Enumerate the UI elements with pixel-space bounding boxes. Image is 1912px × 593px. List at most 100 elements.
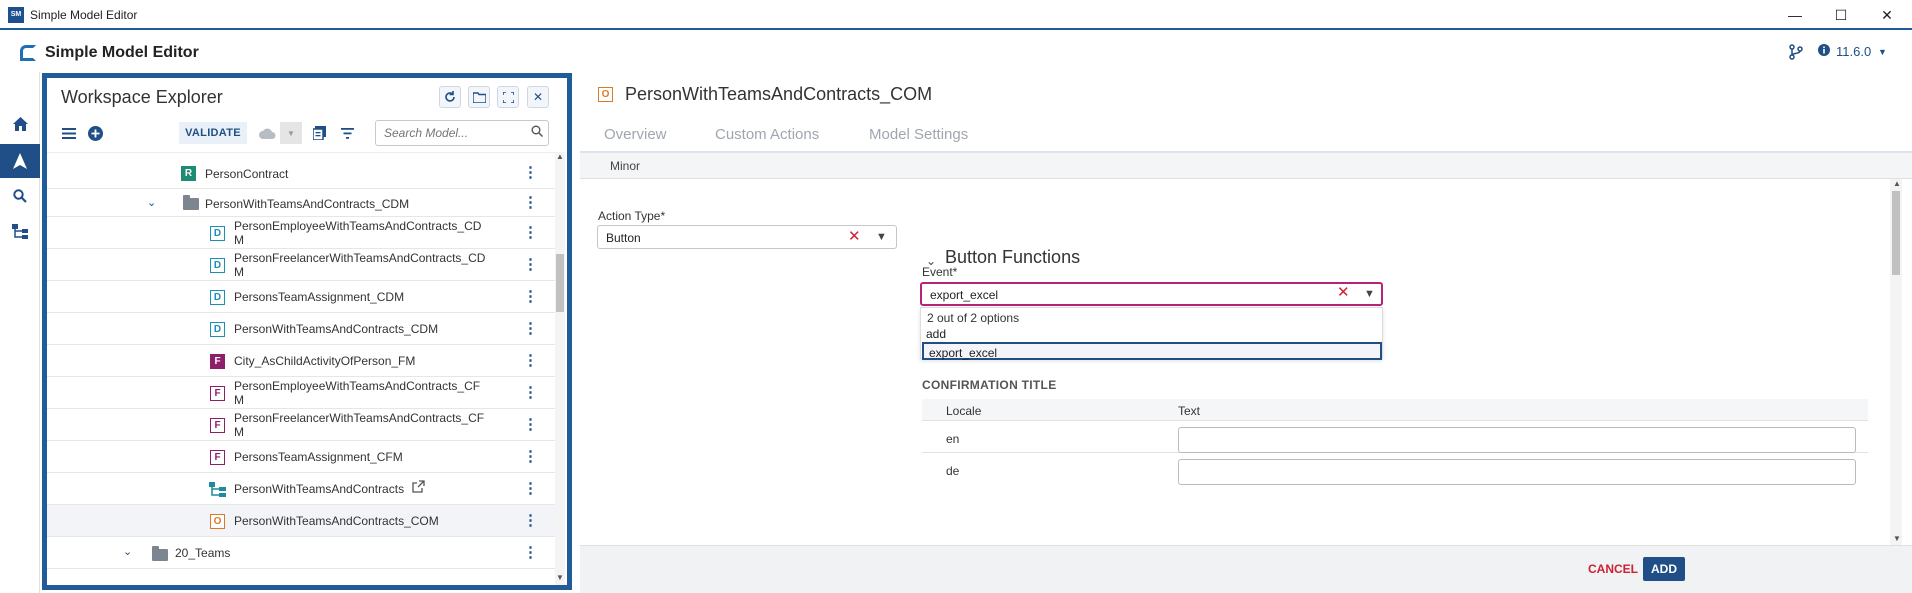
menu-icon[interactable]: [59, 122, 79, 144]
dictionary-badge-icon: D: [210, 258, 225, 273]
document-header: O PersonWithTeamsAndContracts_COM: [580, 73, 1912, 113]
dropdown-option-export-excel[interactable]: export_excel: [922, 342, 1382, 360]
action-type-value: Button: [606, 231, 641, 245]
form-badge-icon: F: [210, 418, 225, 433]
home-icon[interactable]: [0, 107, 40, 141]
locale-cell: de: [946, 464, 960, 478]
tree-item-selected[interactable]: O PersonWithTeamsAndContracts_COM ⋮: [47, 505, 559, 537]
more-options-icon[interactable]: ⋮: [523, 319, 538, 337]
search-model-input[interactable]: [375, 120, 549, 146]
more-options-icon[interactable]: ⋮: [523, 287, 538, 305]
chevron-down-icon[interactable]: ⌄: [123, 545, 132, 558]
table-row: en: [922, 422, 1868, 453]
tree-item[interactable]: D PersonsTeamAssignment_CDM ⋮: [47, 281, 559, 313]
tree-item-label: PersonEmployeeWithTeamsAndContracts_CD M: [234, 219, 482, 247]
tree-item[interactable]: D PersonFreelancerWithTeamsAndContracts_…: [47, 249, 559, 281]
add-circle-icon[interactable]: [85, 122, 105, 144]
cancel-button[interactable]: CANCEL: [1584, 557, 1642, 581]
main-editor: O PersonWithTeamsAndContracts_COM Overvi…: [580, 73, 1912, 593]
more-options-icon[interactable]: ⋮: [523, 415, 538, 433]
tab-model-settings[interactable]: Model Settings: [869, 126, 968, 143]
editor-tabs: Overview Custom Actions Model Settings: [580, 117, 1912, 153]
more-options-icon[interactable]: ⋮: [523, 543, 538, 561]
subbar-label: Minor: [610, 159, 641, 173]
tree-item[interactable]: F PersonsTeamAssignment_CFM ⋮: [47, 441, 559, 473]
chevron-down-icon[interactable]: ▼: [1364, 288, 1375, 300]
text-input-en[interactable]: [1178, 427, 1856, 453]
scroll-up-icon[interactable]: ▲: [1893, 179, 1901, 188]
scrollbar-thumb[interactable]: [556, 254, 564, 312]
clear-icon[interactable]: ✕: [848, 227, 861, 245]
more-options-icon[interactable]: ⋮: [523, 223, 538, 241]
maximize-button[interactable]: ☐: [1818, 0, 1864, 30]
more-options-icon[interactable]: ⋮: [523, 511, 538, 529]
refresh-icon[interactable]: [439, 86, 461, 108]
diagram-icon: [209, 482, 226, 500]
action-footer: CANCEL ADD: [580, 545, 1912, 593]
cloud-dropdown-icon[interactable]: ▼: [280, 122, 302, 144]
tree-folder[interactable]: ⌄ 20_Teams ⋮: [47, 537, 559, 569]
explorer-header: Workspace Explorer ✕: [47, 78, 567, 113]
tree-item-label: PersonContract: [205, 167, 289, 181]
tree-item[interactable]: F PersonEmployeeWithTeamsAndContracts_CF…: [47, 377, 559, 409]
more-options-icon[interactable]: ⋮: [523, 383, 538, 401]
form-badge-icon: F: [210, 450, 225, 465]
more-options-icon[interactable]: ⋮: [523, 351, 538, 369]
role-badge-icon: R: [181, 166, 196, 181]
tree-item[interactable]: D PersonWithTeamsAndContracts_CDM ⋮: [47, 313, 559, 345]
more-options-icon[interactable]: ⋮: [523, 193, 538, 211]
info-icon[interactable]: [1818, 44, 1830, 59]
scroll-down-icon[interactable]: ▼: [556, 573, 564, 582]
tab-custom-actions[interactable]: Custom Actions: [715, 126, 819, 143]
cloud-upload-icon[interactable]: [257, 122, 277, 144]
column-header-locale: Locale: [946, 404, 982, 418]
tree-folder[interactable]: ⌄ PersonWithTeamsAndContracts_CDM ⋮: [47, 189, 559, 217]
tree-item[interactable]: D PersonEmployeeWithTeamsAndContracts_CD…: [47, 217, 559, 249]
search-icon[interactable]: [531, 125, 544, 140]
chevron-down-icon[interactable]: ▼: [1878, 47, 1887, 57]
scroll-down-icon[interactable]: ▼: [1893, 534, 1901, 543]
expand-icon[interactable]: [497, 86, 519, 108]
hierarchy-icon[interactable]: [0, 214, 40, 248]
scrollbar-thumb[interactable]: [1892, 191, 1900, 275]
search-nav-icon[interactable]: [0, 179, 40, 213]
tree-item[interactable]: F City_AsChildActivityOfPerson_FM ⋮: [47, 345, 559, 377]
validate-button[interactable]: VALIDATE: [179, 122, 247, 144]
content-scrollbar[interactable]: ▲ ▼: [1890, 179, 1902, 545]
tab-overview[interactable]: Overview: [604, 126, 667, 143]
tree-item-label: City_AsChildActivityOfPerson_FM: [234, 354, 416, 368]
tree-item[interactable]: F PersonFreelancerWithTeamsAndContracts_…: [47, 409, 559, 441]
close-icon[interactable]: ✕: [527, 86, 549, 108]
chevron-down-icon[interactable]: ▼: [876, 231, 887, 243]
filter-icon[interactable]: [337, 122, 357, 144]
clear-icon[interactable]: ✕: [1337, 283, 1350, 301]
folder-open-icon[interactable]: [468, 86, 490, 108]
more-options-icon[interactable]: ⋮: [523, 479, 538, 497]
git-branch-icon[interactable]: [1788, 44, 1804, 63]
dropdown-option-add[interactable]: add: [921, 325, 1382, 343]
add-button[interactable]: ADD: [1643, 557, 1685, 581]
app-icon: SM: [8, 7, 24, 23]
app-logo-icon: [20, 45, 36, 61]
text-input-de[interactable]: [1178, 459, 1856, 485]
minimize-button[interactable]: —: [1772, 0, 1818, 30]
navigator-icon[interactable]: [0, 144, 40, 178]
close-window-button[interactable]: ✕: [1864, 0, 1910, 30]
tree-item[interactable]: PersonWithTeamsAndContracts ⋮: [47, 473, 559, 505]
tree-item-label: PersonsTeamAssignment_CFM: [234, 450, 403, 464]
tree-item[interactable]: R PersonContract ⋮: [47, 159, 559, 189]
chevron-down-icon[interactable]: ⌄: [147, 196, 156, 209]
table-header: Locale Text: [922, 399, 1868, 421]
external-link-icon[interactable]: [412, 480, 425, 496]
version-label[interactable]: 11.6.0: [1836, 44, 1871, 59]
dictionary-badge-icon: D: [210, 290, 225, 305]
clipboard-icon[interactable]: [309, 122, 329, 144]
more-options-icon[interactable]: ⋮: [523, 447, 538, 465]
event-select[interactable]: export_excel: [920, 282, 1383, 306]
window-titlebar: SM Simple Model Editor — ☐ ✕: [0, 0, 1912, 30]
more-options-icon[interactable]: ⋮: [523, 255, 538, 273]
scroll-up-icon[interactable]: ▲: [556, 152, 564, 161]
more-options-icon[interactable]: ⋮: [523, 163, 538, 181]
form-content: Action Type* Button ✕ ▼ ⌄ Button Functio…: [580, 179, 1900, 545]
tree-scrollbar[interactable]: ▲ ▼: [555, 152, 565, 585]
